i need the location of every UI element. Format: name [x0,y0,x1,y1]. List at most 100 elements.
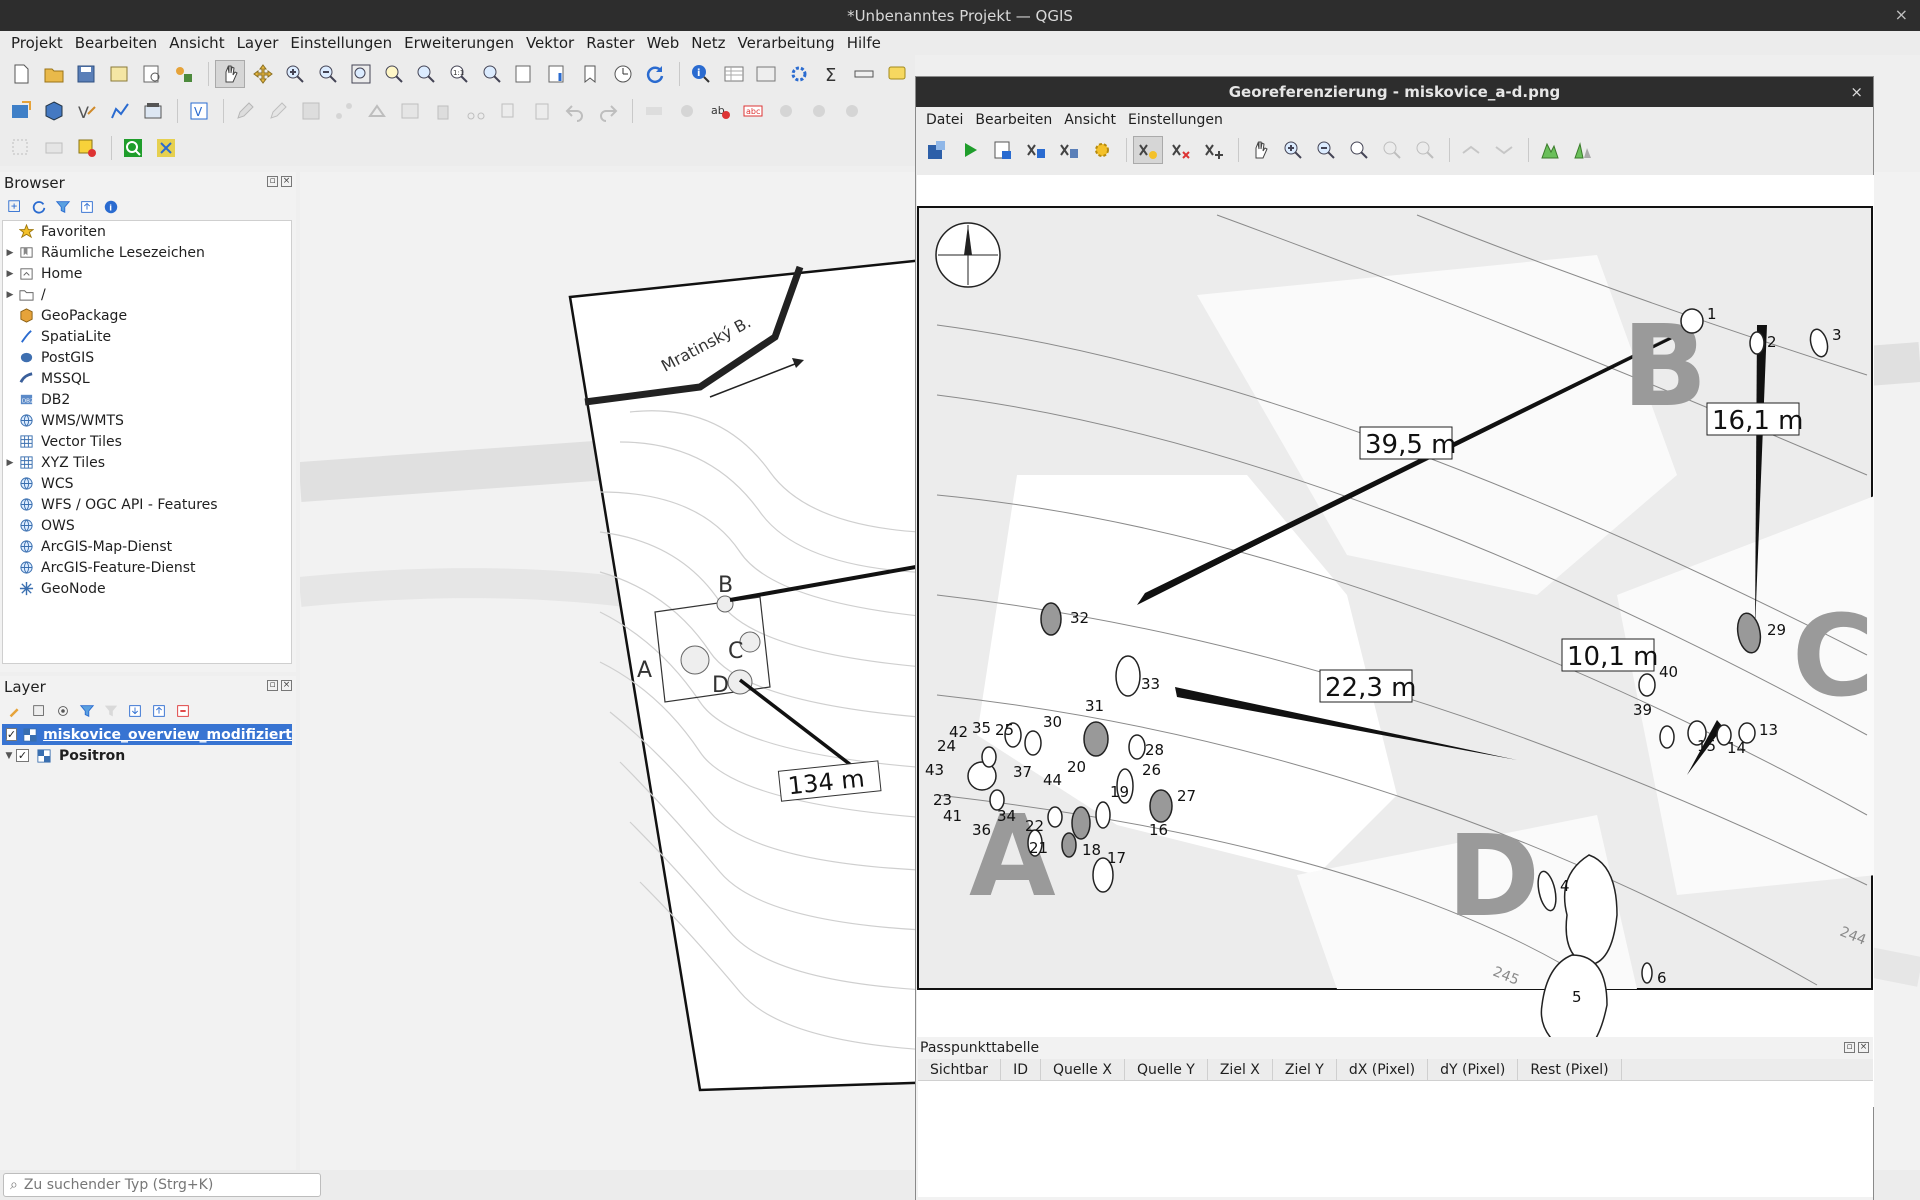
browser-item[interactable]: GeoNode [3,578,291,599]
menu-verarbeitung[interactable]: Verarbeitung [732,31,841,55]
close-panel-icon[interactable]: × [281,680,292,691]
open-project-icon[interactable] [39,60,69,88]
locator-search-icon[interactable] [118,134,148,162]
delete-point-icon[interactable] [1166,136,1196,164]
zoom-native-icon[interactable]: 1:1 [444,60,474,88]
zoom-in-icon[interactable] [281,60,311,88]
full-histogram-stretch-icon[interactable] [1535,136,1565,164]
expand-arrow-icon[interactable]: ▶ [3,290,17,300]
paste-features-icon[interactable] [527,97,557,125]
menu-erweiterungen[interactable]: Erweiterungen [398,31,520,55]
window-close-button[interactable]: × [1895,5,1908,24]
load-gcp-points-icon[interactable] [1021,136,1051,164]
zoom-last-icon[interactable] [477,60,507,88]
menu-layer[interactable]: Layer [231,31,285,55]
select-by-value-icon[interactable] [39,134,69,162]
pan-icon[interactable] [1245,136,1275,164]
browser-item[interactable]: WCS [3,473,291,494]
toggle-editing-icon[interactable] [230,97,260,125]
new-map-view-icon[interactable] [542,60,572,88]
browser-item[interactable]: WFS / OGC API - Features [3,494,291,515]
new-bookmark-icon[interactable] [575,60,605,88]
browser-item[interactable]: ▶ / [3,284,291,305]
zoom-full-icon[interactable] [346,60,376,88]
add-feature-icon[interactable] [329,97,359,125]
open-attribute-table-icon[interactable] [719,60,749,88]
zoom-in-icon[interactable] [1278,136,1308,164]
new-geopackage-icon[interactable] [39,97,69,125]
gcp-table-body[interactable] [918,1081,1873,1197]
identify-icon[interactable]: i [686,60,716,88]
filter-by-expression-icon[interactable] [102,702,120,720]
zoom-next-icon[interactable] [510,60,540,88]
add-vector-layer-icon[interactable]: V [72,97,102,125]
open-raster-icon[interactable] [922,136,952,164]
add-raster-layer-icon[interactable] [138,97,168,125]
refresh-browser-icon[interactable] [30,198,48,216]
current-edits-icon[interactable] [263,97,293,125]
collapse-all-icon[interactable] [150,702,168,720]
browser-item[interactable]: ▶ XYZ Tiles [3,452,291,473]
data-source-manager-icon[interactable] [6,97,36,125]
save-gcp-points-icon[interactable] [1054,136,1084,164]
gcp-col-dx[interactable]: dX (Pixel) [1337,1059,1429,1080]
float-panel-icon[interactable]: ▫ [267,680,278,691]
rotate-label-icon[interactable] [804,97,834,125]
gcp-col-quelle-y[interactable]: Quelle Y [1125,1059,1208,1080]
annotation-icon[interactable] [882,60,912,88]
gcp-col-rest[interactable]: Rest (Pixel) [1518,1059,1622,1080]
expand-arrow-icon[interactable]: ▶ [3,248,17,258]
label-tool-icon[interactable] [639,97,669,125]
browser-item[interactable]: WMS/WMTS [3,410,291,431]
gcp-col-id[interactable]: ID [1001,1059,1041,1080]
refresh-icon[interactable] [640,60,670,88]
redo-icon[interactable] [593,97,623,125]
browser-item[interactable]: ArcGIS-Feature-Dienst [3,557,291,578]
filter-browser-icon[interactable] [54,198,72,216]
menu-einstellungen[interactable]: Einstellungen [284,31,398,55]
expand-all-icon[interactable] [126,702,144,720]
transformation-settings-icon[interactable] [1087,136,1117,164]
add-group-icon[interactable] [30,702,48,720]
menu-netz[interactable]: Netz [685,31,731,55]
gcp-col-ziel-y[interactable]: Ziel Y [1273,1059,1337,1080]
zoom-out-icon[interactable] [313,60,343,88]
float-panel-icon[interactable]: ▫ [1844,1042,1855,1053]
expand-arrow-icon[interactable]: ▶ [3,269,17,279]
close-panel-icon[interactable]: × [1858,1042,1869,1053]
collapse-all-icon[interactable] [78,198,96,216]
menu-bearbeiten[interactable]: Bearbeiten [69,31,163,55]
layer-item[interactable]: ▼ ✓ Positron [2,745,292,766]
labeling-rules-icon[interactable]: abc [738,97,768,125]
menu-vektor[interactable]: Vektor [520,31,580,55]
zoom-next-icon[interactable] [1410,136,1440,164]
gcp-col-quelle-x[interactable]: Quelle X [1041,1059,1125,1080]
remove-layer-icon[interactable] [174,702,192,720]
close-panel-icon[interactable]: × [281,176,292,187]
layer-item[interactable]: ✓ miskovice_overview_modifiziert [2,724,292,745]
browser-item[interactable]: SpatiaLite [3,326,291,347]
field-calculator-icon[interactable]: Σ [817,60,847,88]
menu-raster[interactable]: Raster [580,31,640,55]
new-project-icon[interactable] [6,60,36,88]
link-qgis-icon[interactable] [1489,136,1519,164]
geo-menu-bearbeiten[interactable]: Bearbeiten [969,108,1058,132]
menu-hilfe[interactable]: Hilfe [841,31,887,55]
browser-item[interactable]: Favoriten [3,221,291,242]
virtual-layer-icon[interactable]: V [184,97,214,125]
local-histogram-stretch-icon[interactable] [1568,136,1598,164]
change-label-icon[interactable] [837,97,867,125]
layer-visibility-checkbox[interactable]: ✓ [16,749,29,762]
python-console-icon[interactable] [151,134,181,162]
undo-icon[interactable] [560,97,590,125]
locator-bar[interactable]: ⌕ Zu suchender Typ (Strg+K) [3,1173,321,1197]
geo-menu-ansicht[interactable]: Ansicht [1058,108,1122,132]
start-georeferencing-icon[interactable] [955,136,985,164]
browser-item[interactable]: GeoPackage [3,305,291,326]
copy-features-icon[interactable] [494,97,524,125]
statistics-icon[interactable] [751,60,781,88]
georeferencer-canvas[interactable]: B C A D 39,5 m 16,1 m 10,1 m 22,3 m 1 2 … [917,175,1874,1107]
zoom-out-icon[interactable] [1311,136,1341,164]
float-panel-icon[interactable]: ▫ [267,176,278,187]
processing-toolbox-icon[interactable] [784,60,814,88]
